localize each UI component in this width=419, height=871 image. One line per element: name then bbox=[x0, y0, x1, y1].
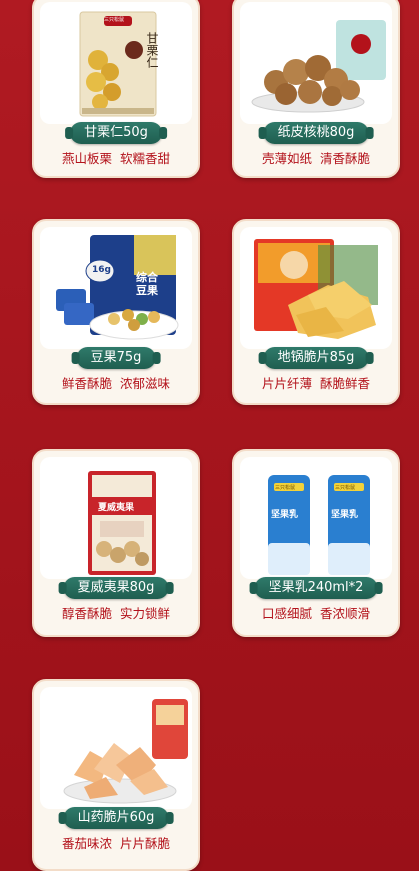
product-card-crisps[interactable]: 地锅脆片85g 片片纤薄 酥脆鲜香 bbox=[232, 219, 400, 405]
can1-title: 坚果乳 bbox=[271, 510, 299, 520]
macadamia-bag-icon bbox=[84, 469, 160, 579]
bag3-badge: 16g bbox=[92, 265, 111, 275]
product-image-beans: 16g 综合豆果 bbox=[40, 227, 192, 349]
product-desc: 醇香酥脆 实力锁鲜 bbox=[62, 606, 170, 621]
product-card-chestnut[interactable]: 三只松鼠 甘栗仁 甘栗仁50g 燕山板栗 软糯香甜 bbox=[32, 0, 200, 178]
walnut-bowl-icon bbox=[246, 12, 392, 118]
product-desc: 口感细腻 香浓顺滑 bbox=[262, 606, 370, 621]
yam-chips-plate-icon bbox=[60, 695, 192, 807]
bag1-title: 甘栗仁 bbox=[145, 32, 159, 68]
crisp-bag-icon bbox=[248, 235, 392, 345]
product-image-yam-chips bbox=[40, 687, 192, 809]
product-card-walnut[interactable]: 纸皮核桃80g 壳薄如纸 清香酥脆 bbox=[232, 0, 400, 178]
product-desc: 壳薄如纸 清香酥脆 bbox=[262, 151, 370, 166]
bag1-brand: 三只松鼠 bbox=[104, 17, 125, 23]
product-name: 山药脆片60g bbox=[58, 807, 174, 829]
product-name: 甘栗仁50g bbox=[65, 122, 167, 144]
product-card-macadamia[interactable]: 夏威夷果 夏威夷果80g 醇香酥脆 实力锁鲜 bbox=[32, 449, 200, 637]
product-image-macadamia: 夏威夷果 bbox=[40, 457, 192, 579]
product-desc: 鲜香酥脆 浓郁滋味 bbox=[62, 376, 170, 391]
can2-title: 坚果乳 bbox=[331, 510, 359, 520]
product-name: 纸皮核桃80g bbox=[258, 122, 374, 144]
product-name: 豆果75g bbox=[71, 347, 161, 369]
bean-snack-bag-icon bbox=[54, 233, 192, 345]
product-image-chestnut: 三只松鼠 甘栗仁 bbox=[40, 2, 192, 124]
product-name: 坚果乳240ml*2 bbox=[249, 577, 383, 599]
product-card-nutmilk[interactable]: 三只松鼠 坚果乳 三只松鼠 坚果乳 坚果乳240ml*2 口感细腻 香浓顺滑 bbox=[232, 449, 400, 637]
product-desc: 番茄味浓 片片酥脆 bbox=[62, 836, 170, 851]
product-name: 夏威夷果80g bbox=[58, 577, 174, 599]
product-image-walnut bbox=[240, 2, 392, 124]
bag5-title: 夏威夷果 bbox=[98, 503, 135, 513]
product-name: 地锅脆片85g bbox=[258, 347, 374, 369]
product-image-crisps bbox=[240, 227, 392, 349]
can2-brand: 三只松鼠 bbox=[335, 485, 356, 491]
can1-brand: 三只松鼠 bbox=[275, 485, 296, 491]
product-card-yam-chips[interactable]: 山药脆片60g 番茄味浓 片片酥脆 bbox=[32, 679, 200, 871]
bag3-title: 综合豆果 bbox=[136, 271, 158, 297]
product-desc: 片片纤薄 酥脆鲜香 bbox=[262, 376, 370, 391]
product-card-beans[interactable]: 16g 综合豆果 豆果75g 鲜香酥脆 浓郁滋味 bbox=[32, 219, 200, 405]
product-desc: 燕山板栗 软糯香甜 bbox=[62, 151, 170, 166]
product-image-nutmilk: 三只松鼠 坚果乳 三只松鼠 坚果乳 bbox=[240, 457, 392, 579]
